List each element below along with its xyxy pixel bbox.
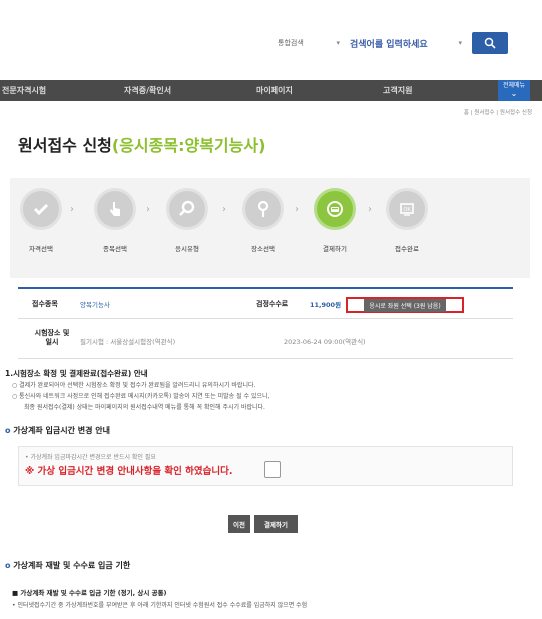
- search-button[interactable]: [472, 32, 508, 54]
- check-icon: [33, 203, 49, 216]
- svg-text:OK: OK: [403, 207, 411, 213]
- search-scope-select[interactable]: 통합검색 ▾: [272, 33, 346, 53]
- notice-title: 1.시험장소 확정 및 결제완료(접수완료) 안내: [5, 369, 148, 378]
- search-area: 통합검색 ▾ 검색어를 입력하세요 ▾: [272, 32, 508, 54]
- chevron-right-icon: ›: [70, 204, 74, 215]
- step-select-place: 장소선택: [238, 188, 288, 253]
- search-icon: [484, 37, 496, 49]
- deadline-title-text: 가상계좌 재발 및 수수료 입금 기한: [13, 561, 131, 570]
- fee-label: 검정수수료: [256, 300, 289, 308]
- place-label: 시험장소 및 일시: [34, 329, 70, 346]
- step-payment: 결제하기: [310, 188, 360, 253]
- notice-line: 최종 원서접수(결제) 상태는 마이페이지의 원서접수내역 메뉴를 통해 꼭 확…: [24, 404, 265, 411]
- chevron-right-icon: ›: [295, 204, 299, 215]
- notice-line: ○ 결제가 완료되어야 선택한 시험장소 확정 및 접수가 완료됨을 알려드리니…: [12, 382, 256, 389]
- all-menu-button[interactable]: 전체메뉴 ⌄: [498, 80, 530, 101]
- notice-line: ○ 통신사와 네트워크 사정으로 인해 접수완료 메시지(카카오톡) 발송이 지…: [12, 393, 270, 400]
- chevron-right-icon: ›: [368, 204, 372, 215]
- search-icon: [179, 200, 195, 216]
- fee-value: 11,900원: [310, 301, 342, 309]
- place-value: 필기시험 : 서울상설시험장(역관식): [80, 338, 176, 346]
- search-input[interactable]: 검색어를 입력하세요 ▾: [346, 33, 466, 53]
- chevron-right-icon: ›: [222, 204, 226, 215]
- step-label: 접수완료: [395, 245, 419, 253]
- prev-button[interactable]: 이전: [228, 515, 250, 533]
- step-select-qualification: 자격선택: [16, 188, 66, 253]
- main-nav: 전문자격시험 자격증/확인서 마이페이지 고객지원 전체메뉴 ⌄: [0, 80, 542, 101]
- ok-icon: OK: [400, 203, 414, 216]
- search-placeholder: 검색어를 입력하세요: [350, 39, 428, 50]
- seat-select-button[interactable]: 응시로 좌원 선택 (3원 남음): [346, 297, 464, 313]
- virtual-account-section-title: o 가상계좌 입금시간 변경 안내: [5, 425, 110, 436]
- deadline-line: • 인터넷접수기간 중 가상계좌번호를 부여받은 후 아래 기한까지 인터넷 수…: [12, 602, 308, 609]
- deadline-sub-title: ■ 가상계좌 재발 및 수수료 입금 기한 (정기, 상시 공통): [12, 589, 167, 597]
- location-pin-icon: [257, 200, 269, 217]
- chevron-down-icon: ▾: [336, 39, 340, 47]
- chevron-right-icon: ›: [146, 204, 150, 215]
- step-label: 종목선택: [103, 245, 127, 253]
- virtual-account-title-text: 가상계좌 입금시간 변경 안내: [13, 426, 110, 435]
- step-label: 자격선택: [29, 245, 53, 253]
- breadcrumb: 홈 | 원서접수 | 원서접수 신청: [463, 110, 532, 116]
- warning-confirm-text: ※ 가상 입금시간 변경 안내사항을 확인 하였습니다.: [25, 466, 233, 477]
- page-title: 원서접수 신청(응시종목:양복기능사): [18, 132, 265, 156]
- date-value: 2023-06-24 09:00(역관식): [284, 338, 366, 346]
- info-row-place: 시험장소 및 일시 필기시험 : 서울상설시험장(역관식) 2023-06-24…: [18, 319, 513, 359]
- pay-button[interactable]: 결제하기: [254, 515, 298, 533]
- step-label: 결제하기: [323, 245, 347, 253]
- payment-icon: [327, 201, 343, 217]
- step-select-item: 종목선택: [90, 188, 140, 253]
- chevron-down-icon: ⌄: [510, 89, 518, 98]
- nav-item-license[interactable]: 자격증/확인서: [124, 85, 171, 96]
- deadline-section-title: o 가상계좌 재발 및 수수료 입금 기한: [5, 560, 130, 571]
- nav-item-support[interactable]: 고객지원: [383, 85, 412, 96]
- step-complete: OK 접수완료: [382, 188, 432, 253]
- item-value: 양복기능사: [80, 301, 110, 309]
- chevron-down-icon: ▾: [458, 39, 462, 47]
- page-title-accent: (응시종목:양복기능사): [111, 136, 266, 155]
- warning-small-text: • 가상계좌 입금마감시간 변경으로 반드시 확인 필요: [25, 454, 156, 461]
- confirm-checkbox[interactable]: [264, 461, 281, 478]
- step-exam-type: 응시유형: [162, 188, 212, 253]
- seat-select-label: 응시로 좌원 선택 (3원 남음): [364, 298, 446, 312]
- pointer-icon: [110, 202, 120, 216]
- step-progress: 자격선택 › 종목선택 › 응시유형 › 장소선택 › 결제하기 › OK 접수…: [10, 178, 530, 278]
- step-label: 장소선택: [251, 245, 275, 253]
- nav-item-mypage[interactable]: 마이페이지: [256, 85, 293, 96]
- step-label: 응시유형: [175, 245, 199, 253]
- nav-item-exam[interactable]: 전문자격시험: [2, 85, 46, 96]
- page-title-prefix: 원서접수 신청: [18, 136, 112, 155]
- search-scope-label: 통합검색: [278, 39, 304, 47]
- item-label: 접수종목: [32, 300, 58, 308]
- virtual-account-warning-box: • 가상계좌 입금마감시간 변경으로 반드시 확인 필요 ※ 가상 입금시간 변…: [18, 446, 513, 486]
